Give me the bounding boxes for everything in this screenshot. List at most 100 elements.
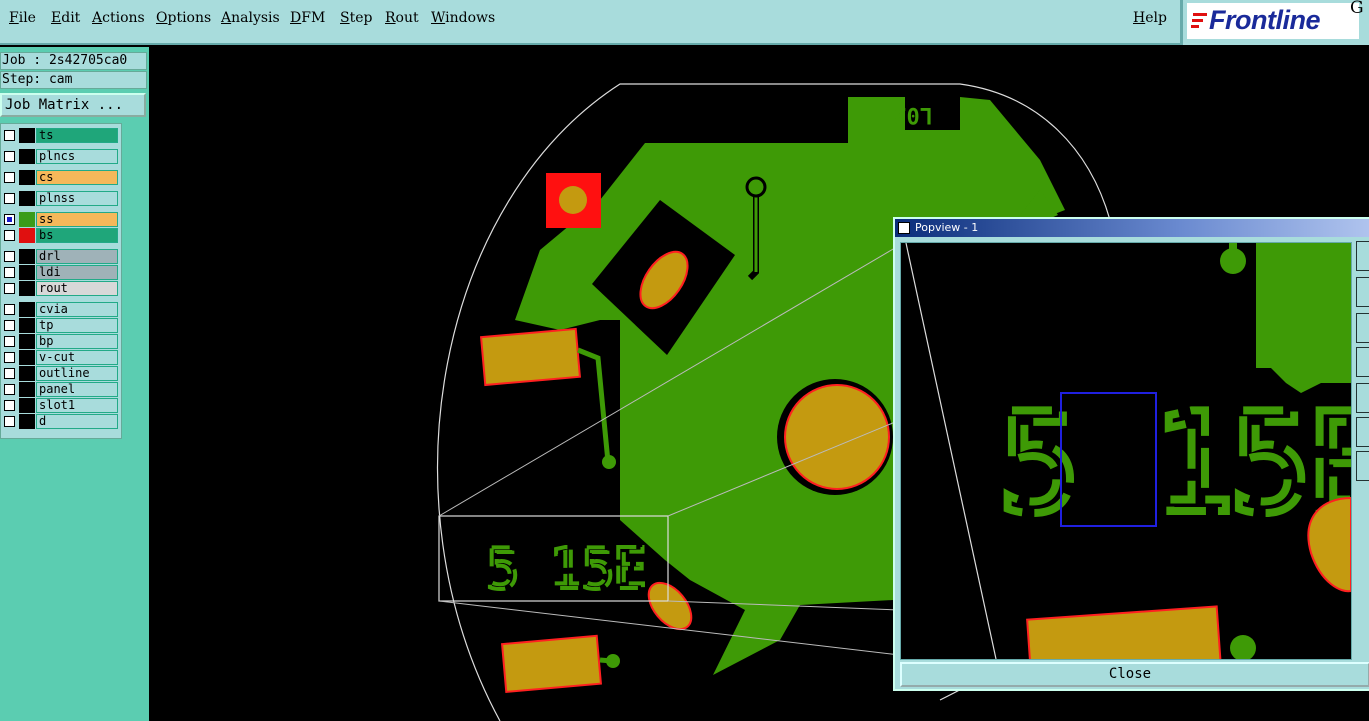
zoom-area-tool-button[interactable] [1356, 313, 1369, 343]
popview-close-button[interactable]: Close [900, 662, 1369, 687]
layer-row-plnss[interactable]: plnss [3, 191, 119, 206]
layer-color-swatch[interactable] [19, 366, 35, 381]
menu-rout[interactable]: Rout [385, 10, 419, 26]
fit-tool-button[interactable] [1356, 383, 1369, 413]
menu-actions[interactable]: Actions [92, 10, 145, 26]
menu-options[interactable]: Options [156, 10, 211, 26]
layer-color-swatch[interactable] [19, 350, 35, 365]
job-matrix-button[interactable]: Job Matrix ... [0, 93, 146, 117]
layer-checkbox[interactable] [4, 384, 15, 395]
layer-checkbox[interactable] [4, 172, 15, 183]
layer-checkbox[interactable] [4, 368, 15, 379]
layer-checkbox[interactable] [4, 130, 15, 141]
layer-name[interactable]: d [36, 414, 118, 429]
next-tool-button[interactable] [1356, 417, 1369, 447]
layer-name[interactable]: v-cut [36, 350, 118, 365]
popview-via-stem [1229, 243, 1237, 258]
layer-color-swatch[interactable] [19, 281, 35, 296]
pan-tool-button[interactable] [1356, 347, 1369, 377]
layer-name[interactable]: ss [36, 212, 118, 227]
popview-silkscreen-text: 5 15E [998, 383, 1352, 544]
layer-name[interactable]: cvia [36, 302, 118, 317]
layer-name[interactable]: plnss [36, 191, 118, 206]
layer-name[interactable]: panel [36, 382, 118, 397]
menu-step[interactable]: Step [340, 10, 372, 26]
layer-row-drl[interactable]: drl [3, 249, 119, 264]
layer-row-slot1[interactable]: slot1 [3, 398, 119, 413]
layer-color-swatch[interactable] [19, 149, 35, 164]
brand-logo-area: Frontline [1180, 0, 1369, 45]
layer-checkbox[interactable] [4, 151, 15, 162]
menu-dfm[interactable]: DFM [290, 10, 325, 26]
layer-name[interactable]: ldi [36, 265, 118, 280]
popview-canvas[interactable]: 5 15E [900, 242, 1352, 660]
layer-checkbox[interactable] [4, 283, 15, 294]
large-round-pad [784, 384, 890, 490]
layer-row-v-cut[interactable]: v-cut [3, 350, 119, 365]
layer-color-swatch[interactable] [19, 302, 35, 317]
trace-2 [577, 347, 611, 463]
layer-row-ts[interactable]: ts [3, 128, 119, 143]
layer-checkbox[interactable] [4, 230, 15, 241]
popview-title-bar[interactable]: Popview - 1 [895, 219, 1369, 237]
layer-row-cs[interactable]: cs [3, 170, 119, 185]
layer-color-swatch[interactable] [19, 128, 35, 143]
prev-tool-button[interactable] [1356, 451, 1369, 481]
layer-row-rout[interactable]: rout [3, 281, 119, 296]
layer-color-swatch[interactable] [19, 318, 35, 333]
layer-color-swatch[interactable] [19, 191, 35, 206]
layer-color-swatch[interactable] [19, 398, 35, 413]
layer-checkbox[interactable] [4, 352, 15, 363]
layer-row-outline[interactable]: outline [3, 366, 119, 381]
layer-checkbox[interactable] [4, 336, 15, 347]
job-name: Job : 2s42705ca0 [0, 52, 147, 70]
layer-name[interactable]: tp [36, 318, 118, 333]
menu-help[interactable]: Help [1133, 10, 1167, 26]
layer-name[interactable]: bp [36, 334, 118, 349]
layer-name[interactable]: slot1 [36, 398, 118, 413]
layer-checkbox[interactable] [4, 304, 15, 315]
brand-name: Frontline [1209, 5, 1321, 35]
menu-edit[interactable]: Edit [51, 10, 80, 26]
layer-checkbox[interactable] [4, 400, 15, 411]
layer-checkbox[interactable] [4, 214, 15, 225]
layer-row-ss[interactable]: ss [3, 212, 119, 227]
layer-checkbox[interactable] [4, 267, 15, 278]
layer-color-swatch[interactable] [19, 228, 35, 243]
square-pad-hole [559, 186, 587, 214]
layer-row-panel[interactable]: panel [3, 382, 119, 397]
layer-name[interactable]: cs [36, 170, 118, 185]
layer-color-swatch[interactable] [19, 170, 35, 185]
layer-row-cvia[interactable]: cvia [3, 302, 119, 317]
layer-row-bp[interactable]: bp [3, 334, 119, 349]
layer-checkbox[interactable] [4, 251, 15, 262]
window-icon [898, 222, 910, 234]
layer-name[interactable]: plncs [36, 149, 118, 164]
zoom-out-tool-button[interactable] [1356, 277, 1369, 307]
layer-name[interactable]: outline [36, 366, 118, 381]
layer-color-swatch[interactable] [19, 212, 35, 227]
layer-checkbox[interactable] [4, 416, 15, 427]
menu-windows[interactable]: Windows [431, 10, 495, 26]
layer-name[interactable]: drl [36, 249, 118, 264]
layer-checkbox[interactable] [4, 320, 15, 331]
layer-color-swatch[interactable] [19, 249, 35, 264]
layer-row-tp[interactable]: tp [3, 318, 119, 333]
zoom-in-tool-button[interactable] [1356, 241, 1369, 271]
layer-row-d[interactable]: d [3, 414, 119, 429]
layer-checkbox[interactable] [4, 193, 15, 204]
layer-name[interactable]: ts [36, 128, 118, 143]
layer-color-swatch[interactable] [19, 265, 35, 280]
board-marking: L02 [893, 102, 933, 127]
layer-color-swatch[interactable] [19, 334, 35, 349]
layer-name[interactable]: bs [36, 228, 118, 243]
layer-color-swatch[interactable] [19, 414, 35, 429]
layer-row-ldi[interactable]: ldi [3, 265, 119, 280]
layer-color-swatch[interactable] [19, 382, 35, 397]
layer-row-plncs[interactable]: plncs [3, 149, 119, 164]
menu-analysis[interactable]: Analysis [221, 10, 280, 26]
menu-bar: File Edit Actions Options Analysis DFM S… [0, 0, 1180, 45]
layer-row-bs[interactable]: bs [3, 228, 119, 243]
layer-name[interactable]: rout [36, 281, 118, 296]
menu-file[interactable]: File [9, 10, 36, 26]
